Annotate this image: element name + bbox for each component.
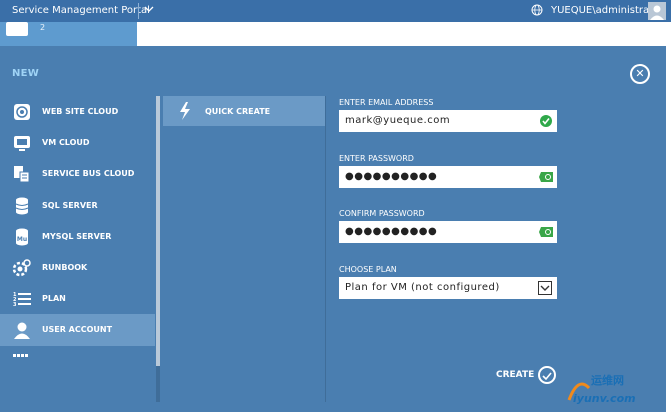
top-bar: Service Management Portal YUEQUE\adminis… (0, 0, 671, 22)
category-scrollbar-thumb[interactable] (156, 96, 160, 366)
option-quick-create[interactable]: QUICK CREATE (163, 96, 325, 126)
avatar-icon[interactable] (648, 2, 666, 20)
monitor-icon (12, 133, 32, 153)
category-website-cloud[interactable]: WEB SITE CLOUD (0, 96, 155, 127)
email-field[interactable]: mark@yueque.com (339, 110, 557, 132)
website-icon (12, 102, 32, 122)
password-field[interactable]: ●●●●●●●●●● (339, 166, 557, 188)
password-label: ENTER PASSWORD (339, 154, 414, 163)
chevron-down-icon[interactable] (538, 281, 552, 295)
svg-text:3: 3 (13, 302, 17, 308)
lightning-icon (177, 102, 193, 120)
category-sql-server[interactable]: SQL SERVER (0, 190, 155, 221)
category-user-account[interactable]: USER ACCOUNT (0, 314, 155, 346)
confirm-password-value: ●●●●●●●●●● (345, 226, 438, 237)
new-drawer: NEW ✕ WEB SITE CLOUD VM CLOUD SERVICE BU… (0, 46, 666, 412)
user-icon (12, 320, 32, 340)
drawer-title: NEW (12, 68, 40, 79)
mysql-icon: Mu (12, 227, 32, 247)
password-manager-icon[interactable] (539, 225, 555, 239)
confirm-password-label: CONFIRM PASSWORD (339, 209, 425, 218)
title-divider (138, 3, 139, 19)
category-label: PLAN (42, 294, 66, 304)
watermark-line2: iyunv.com (573, 392, 636, 405)
category-service-bus-cloud[interactable]: SERVICE BUS CLOUD (0, 158, 155, 189)
close-button[interactable]: ✕ (630, 64, 650, 84)
category-label: SQL SERVER (42, 200, 98, 210)
watermark-line1: 运维网 (591, 374, 624, 387)
database-icon (12, 196, 32, 216)
confirm-password-field[interactable]: ●●●●●●●●●● (339, 221, 557, 243)
chevron-down-icon[interactable] (144, 3, 154, 18)
category-label: MYSQL SERVER (42, 231, 112, 241)
valid-check-icon (540, 115, 552, 127)
more-icon (12, 352, 32, 372)
password-manager-icon[interactable] (539, 170, 555, 184)
tile-icon (6, 22, 28, 36)
plan-select[interactable]: Plan for VM (not configured) (339, 277, 557, 299)
create-button[interactable] (538, 366, 556, 384)
category-mysql-server[interactable]: Mu MYSQL SERVER (0, 221, 155, 252)
password-value: ●●●●●●●●●● (345, 171, 438, 182)
globe-icon[interactable] (531, 4, 543, 16)
category-list: WEB SITE CLOUD VM CLOUD SERVICE BUS CLOU… (0, 96, 155, 377)
plan-label: CHOOSE PLAN (339, 265, 397, 274)
create-label[interactable]: CREATE (496, 370, 534, 380)
background-tile: 2 (0, 22, 137, 46)
category-label: RUNBOOK (42, 262, 88, 272)
category-plan[interactable]: 123 PLAN (0, 283, 155, 314)
category-vm-cloud[interactable]: VM CLOUD (0, 127, 155, 158)
sub-option-list: QUICK CREATE (163, 96, 325, 126)
portal-title[interactable]: Service Management Portal (12, 5, 150, 16)
category-label: VM CLOUD (42, 138, 90, 148)
gear-icon (12, 258, 32, 278)
list-icon: 123 (12, 289, 32, 309)
column-divider (325, 96, 326, 402)
category-label: WEB SITE CLOUD (42, 107, 119, 116)
service-bus-icon (12, 164, 32, 184)
tile-count: 2 (40, 23, 46, 32)
category-label: SERVICE BUS CLOUD (42, 169, 135, 179)
watermark: 运维网 iyunv.com (563, 370, 665, 410)
plan-value: Plan for VM (not configured) (345, 282, 500, 293)
category-runbook[interactable]: RUNBOOK (0, 252, 155, 283)
user-name[interactable]: YUEQUE\administrator (551, 5, 663, 16)
drawer-edge (666, 46, 671, 412)
category-more[interactable] (0, 346, 155, 377)
email-label: ENTER EMAIL ADDRESS (339, 98, 434, 107)
category-label: USER ACCOUNT (42, 325, 113, 335)
email-value: mark@yueque.com (345, 115, 451, 126)
option-label: QUICK CREATE (205, 107, 271, 116)
svg-text:Mu: Mu (17, 236, 27, 243)
